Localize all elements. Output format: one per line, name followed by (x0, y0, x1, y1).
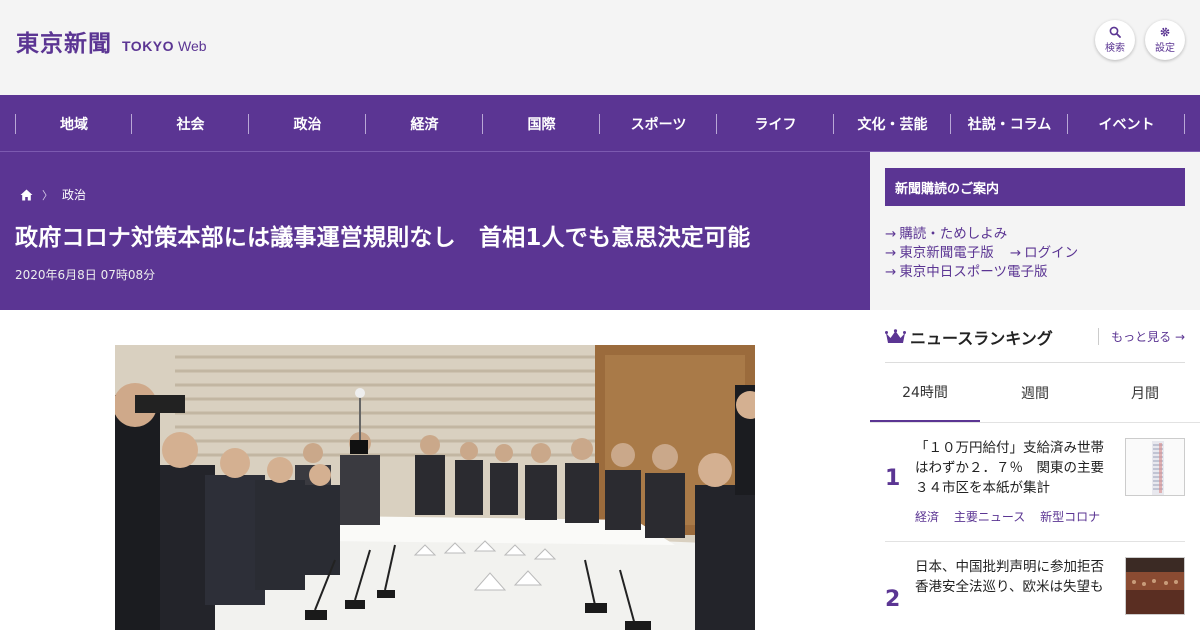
subscribe-links: → 購読・ためしよみ → 東京新聞電子版 → ログイン → 東京中日スポーツ電子版 (885, 225, 1185, 282)
nav-item-life[interactable]: ライフ (717, 95, 834, 152)
rank-number: 2 (885, 587, 901, 612)
nav-item-economy[interactable]: 経済 (366, 95, 483, 152)
digital-edition-link-label: 東京新聞電子版 (899, 245, 994, 261)
search-button[interactable]: 検索 (1095, 20, 1135, 60)
arrow-right-icon: → (1174, 330, 1185, 344)
settings-button[interactable]: 設定 (1145, 20, 1185, 60)
ranking-item-tags: 経済 主要ニュース 新型コロナ (915, 508, 1111, 525)
login-link-label: ログイン (1024, 245, 1079, 261)
tag-link[interactable]: 主要ニュース (954, 510, 1025, 524)
chevron-right-icon: 〉 (42, 188, 53, 202)
main-nav: 地域 社会 政治 経済 国際 スポーツ ライフ 文化・芸能 社説・コラム イベン… (0, 95, 1200, 152)
trial-link-label: 購読・ためしよみ (899, 226, 1008, 242)
site-logo[interactable]: 東京新聞 TOKYO Web (16, 24, 207, 58)
settings-button-label: 設定 (1155, 43, 1175, 54)
gear-icon (1160, 27, 1170, 37)
ranking-more-label: もっと見る (1111, 330, 1172, 344)
ranking-tabs: 24時間 週間 月間 (870, 363, 1200, 423)
tab-monthly[interactable]: 月間 (1090, 363, 1200, 423)
article-headline: 政府コロナ対策本部には議事運営規則なし 首相1人でも意思決定可能 (15, 225, 751, 251)
ranking-item-title: 日本、中国批判声明に参加拒否 香港安全法巡り、欧米は失望も (915, 559, 1118, 595)
ranking-more-link[interactable]: もっと見る → (1098, 328, 1185, 345)
digital-edition-link[interactable]: → 東京新聞電子版 (885, 245, 994, 261)
arrow-right-icon: → (1009, 245, 1022, 261)
site-header: 東京新聞 TOKYO Web 検索 設定 (0, 0, 1200, 95)
ranking-item-thumbnail (1125, 438, 1185, 496)
nav-item-sports[interactable]: スポーツ (600, 95, 717, 152)
nav-item-culture[interactable]: 文化・芸能 (834, 95, 951, 152)
home-icon[interactable] (20, 189, 33, 201)
nav-item-society[interactable]: 社会 (132, 95, 249, 152)
nav-item-politics[interactable]: 政治 (249, 95, 366, 152)
ranking-title: ニュースランキング (910, 329, 1053, 348)
article-date: 2020年6月8日 07時08分 (15, 268, 156, 282)
crown-icon (885, 329, 906, 345)
arrow-right-icon: → (885, 264, 897, 280)
ranking-header: ニュースランキング もっと見る → (885, 326, 1185, 348)
login-link[interactable]: → ログイン (1010, 245, 1078, 261)
divider (885, 541, 1185, 542)
article-header: 〉 政治 政府コロナ対策本部には議事運営規則なし 首相1人でも意思決定可能 20… (0, 152, 870, 310)
ranking-item[interactable]: 1 「１０万円給付」支給済み世帯はわずか２．７％ 関東の主要３４市区を本紙が集計… (885, 438, 1185, 542)
chunichi-sports-link-label: 東京中日スポーツ電子版 (899, 264, 1048, 280)
tab-24h[interactable]: 24時間 (870, 363, 980, 423)
nav-item-region[interactable]: 地域 (16, 95, 132, 152)
article-body (0, 310, 870, 630)
arrow-right-icon: → (885, 226, 897, 242)
nav-item-events[interactable]: イベント (1068, 95, 1185, 152)
search-button-label: 検索 (1105, 43, 1125, 54)
tag-link[interactable]: 経済 (915, 510, 939, 524)
news-ranking: ニュースランキング もっと見る → 24時間 週間 月間 1 「１０万円給付」支… (870, 310, 1200, 630)
search-icon (1109, 26, 1121, 38)
divider (870, 422, 1200, 423)
logo-web: Web (178, 38, 207, 54)
nav-item-international[interactable]: 国際 (483, 95, 600, 152)
article-photo (115, 345, 755, 630)
nav-divider (1184, 114, 1185, 134)
logo-tokyo: TOKYO (122, 38, 175, 54)
ranking-item-thumbnail (1125, 557, 1185, 615)
trial-link[interactable]: → 購読・ためしよみ (885, 226, 1007, 242)
ranking-item[interactable]: 2 日本、中国批判声明に参加拒否 香港安全法巡り、欧米は失望も (885, 557, 1185, 630)
arrow-right-icon: → (885, 245, 897, 261)
ranking-item-title: 「１０万円給付」支給済み世帯はわずか２．７％ 関東の主要３４市区を本紙が集計 (915, 440, 1104, 496)
nav-item-editorial[interactable]: 社説・コラム (951, 95, 1068, 152)
breadcrumb-section[interactable]: 政治 (62, 186, 86, 203)
tag-link[interactable]: 新型コロナ (1040, 510, 1100, 524)
subscribe-heading: 新聞購読のご案内 (885, 168, 1185, 206)
tab-weekly[interactable]: 週間 (980, 363, 1090, 423)
rank-number: 1 (885, 466, 901, 491)
logo-kanji: 東京新聞 (16, 30, 112, 57)
chunichi-sports-link[interactable]: → 東京中日スポーツ電子版 (885, 264, 1048, 280)
breadcrumb: 〉 政治 (20, 186, 86, 203)
